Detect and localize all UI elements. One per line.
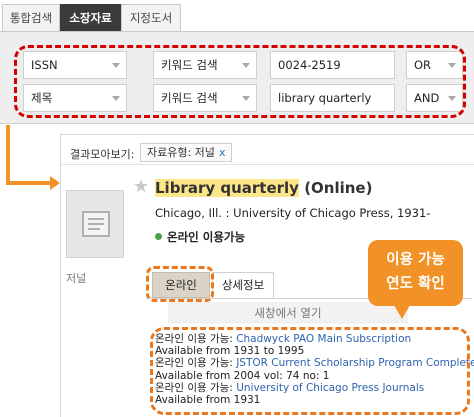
arrow-right-icon (50, 176, 60, 190)
facet-label: 결과모아보기: (70, 148, 135, 161)
close-icon[interactable]: x (219, 146, 226, 159)
tab-details[interactable]: 상세정보 (212, 272, 274, 298)
status-dot-icon (155, 233, 162, 240)
annotation-arrow (6, 181, 50, 185)
availability-status: 온라인 이용가능 (155, 229, 245, 245)
publication-info: Chicago, Ill. : University of Chicago Pr… (155, 206, 431, 220)
tab-integrated-search[interactable]: 통합검색 (2, 4, 60, 32)
facet-chip: 자료유형: 저널 x (140, 143, 233, 162)
annotation-search-highlight (14, 45, 466, 118)
search-tabs: 통합검색 소장자료 지정도서 (0, 0, 474, 32)
annotation-holdings-highlight (150, 327, 470, 415)
open-new-window-button[interactable]: 새창에서 열기 (168, 302, 408, 324)
callout-tail (394, 305, 410, 319)
tab-reserve-books[interactable]: 지정도서 (121, 4, 181, 32)
material-type-label: 저널 (66, 272, 87, 285)
annotation-arrow (6, 125, 10, 185)
document-icon (82, 211, 110, 237)
callout-bubble: 이용 가능 연도 확인 (368, 240, 463, 306)
journal-thumbnail (66, 190, 124, 258)
star-icon[interactable]: ★ (133, 177, 149, 197)
annotation-online-tab-highlight (146, 266, 214, 302)
facet-bar: 결과모아보기: 자료유형: 저널 x (60, 141, 474, 165)
record-title[interactable]: Library quarterly (Online) (155, 178, 372, 198)
callout-line: 연도 확인 (386, 276, 445, 292)
tab-holdings[interactable]: 소장자료 (60, 4, 121, 32)
callout-line: 이용 가능 (386, 252, 445, 268)
